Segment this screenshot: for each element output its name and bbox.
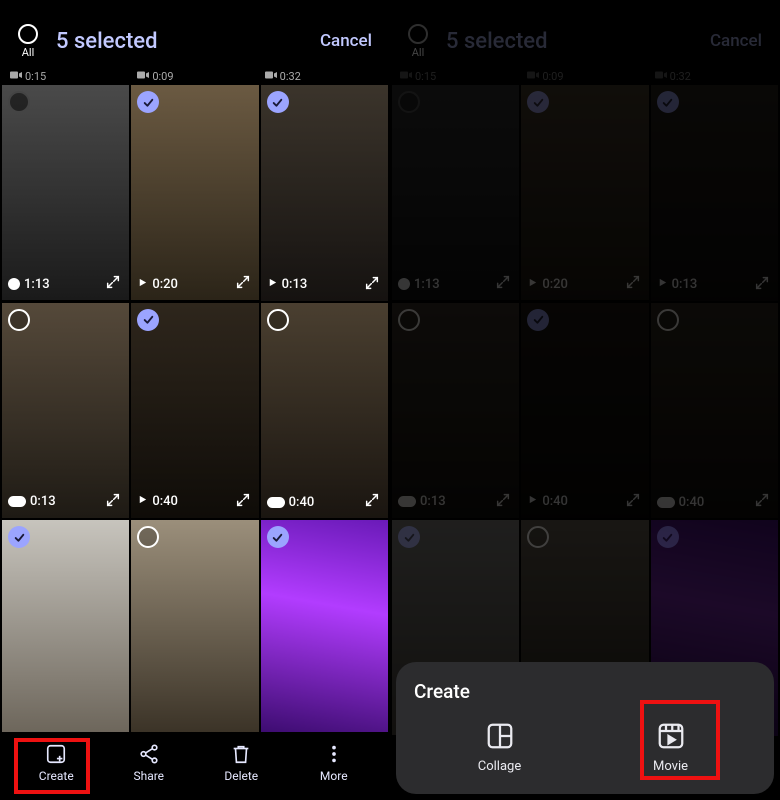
select-all-circle-icon <box>18 24 38 44</box>
duration-label: 0:13 <box>282 277 308 292</box>
motion-photo-icon <box>8 278 20 290</box>
photo-thumbnail <box>2 85 129 300</box>
more-label: More <box>320 769 348 783</box>
photo-thumbnail <box>261 85 388 301</box>
photo-grid: 1:13 0:20 0:13 0:13 0:40 0:40 <box>0 83 390 738</box>
photo-tile[interactable]: 0:13 <box>261 85 388 301</box>
photo-thumbnail <box>2 520 129 735</box>
expand-icon[interactable] <box>364 492 380 512</box>
timestamp-item: 0:32 <box>259 70 386 83</box>
select-all-button[interactable]: All <box>18 24 38 59</box>
tile-footer: 1:13 <box>2 270 129 300</box>
duration-label: 0:20 <box>152 277 178 292</box>
duration-label: 0:40 <box>152 494 178 509</box>
photo-tile[interactable] <box>2 520 129 735</box>
timestamp-label: 0:15 <box>25 70 46 83</box>
photo-thumbnail <box>131 520 258 735</box>
create-button[interactable]: Create <box>21 743 91 783</box>
share-label: Share <box>133 769 164 783</box>
duration-badge: 0:40 <box>137 494 178 509</box>
timestamp-item: 0:09 <box>131 70 258 83</box>
photo-thumbnail <box>261 520 388 736</box>
create-icon <box>45 743 67 765</box>
screen-left: All 5 selected Cancel 0:15 0:09 0:32 1:1… <box>0 0 390 800</box>
live-badge-icon <box>8 496 26 507</box>
selected-check-icon[interactable] <box>137 309 159 331</box>
timestamp-item: 0:15 <box>4 70 131 83</box>
more-button[interactable]: More <box>299 743 369 783</box>
photo-tile[interactable]: 0:20 <box>131 85 258 300</box>
photo-tile[interactable] <box>261 520 388 736</box>
duration-label: 0:40 <box>289 495 315 510</box>
expand-icon[interactable] <box>105 274 121 294</box>
selected-check-icon[interactable] <box>267 526 289 548</box>
photo-thumbnail <box>261 303 388 519</box>
play-icon <box>137 277 148 292</box>
delete-label: Delete <box>224 769 258 783</box>
duration-badge: 0:20 <box>137 277 178 292</box>
tile-footer: 0:13 <box>2 488 129 518</box>
selected-check-icon[interactable] <box>8 526 30 548</box>
expand-icon[interactable] <box>235 274 251 294</box>
bottom-bar: Create Share Delete More <box>0 732 390 800</box>
create-sheet-title: Create <box>414 680 756 703</box>
timestamp-label: 0:32 <box>280 70 301 83</box>
share-button[interactable]: Share <box>114 743 184 783</box>
selected-check-icon[interactable] <box>267 91 289 113</box>
movie-option[interactable]: Movie <box>616 721 726 774</box>
duration-badge: 1:13 <box>8 277 50 292</box>
photo-tile[interactable]: 0:40 <box>261 303 388 519</box>
delete-button[interactable]: Delete <box>206 743 276 783</box>
duration-label: 1:13 <box>24 277 50 292</box>
movie-label: Movie <box>653 759 688 774</box>
select-all-label: All <box>22 46 35 59</box>
photo-tile[interactable]: 0:13 <box>2 303 129 518</box>
trash-icon <box>230 743 252 765</box>
create-label: Create <box>39 769 74 783</box>
collage-option[interactable]: Collage <box>445 721 555 774</box>
cancel-button[interactable]: Cancel <box>320 31 372 51</box>
video-icon <box>265 70 277 83</box>
selection-header: All 5 selected Cancel <box>0 0 390 70</box>
photo-tile[interactable]: 0:40 <box>131 303 258 518</box>
unselected-circle-icon[interactable] <box>8 91 30 113</box>
tile-footer: 0:40 <box>131 488 258 518</box>
play-icon <box>267 277 278 292</box>
tile-footer: 0:20 <box>131 270 258 300</box>
photo-tile[interactable]: 1:13 <box>2 85 129 300</box>
duration-badge: 0:13 <box>267 277 308 292</box>
expand-icon[interactable] <box>364 275 380 295</box>
selected-count-label: 5 selected <box>56 29 320 54</box>
movie-icon <box>656 721 686 751</box>
expand-icon[interactable] <box>105 492 121 512</box>
timestamp-label: 0:09 <box>152 70 173 83</box>
collage-icon <box>485 721 515 751</box>
duration-badge: 0:13 <box>8 494 56 509</box>
create-sheet-options: Collage Movie <box>414 721 756 774</box>
play-icon <box>137 494 148 509</box>
tile-footer: 0:13 <box>261 271 388 301</box>
photo-thumbnail <box>131 303 258 518</box>
photo-thumbnail <box>2 303 129 518</box>
video-icon <box>10 70 22 83</box>
header-timestamps: 0:15 0:09 0:32 <box>0 70 390 83</box>
photo-tile[interactable] <box>131 520 258 735</box>
video-icon <box>137 70 149 83</box>
live-badge-icon <box>267 497 285 508</box>
more-icon <box>323 743 345 765</box>
screen-right: All 5 selected Cancel 0:15 0:09 0:32 1:1… <box>390 0 780 800</box>
collage-label: Collage <box>478 759 521 774</box>
create-sheet: Create Collage Movie <box>396 662 774 794</box>
duration-label: 0:13 <box>30 494 56 509</box>
expand-icon[interactable] <box>235 492 251 512</box>
duration-badge: 0:40 <box>267 495 315 510</box>
tile-footer: 0:40 <box>261 488 388 518</box>
photo-thumbnail <box>131 85 258 300</box>
unselected-circle-icon[interactable] <box>267 309 289 331</box>
share-icon <box>138 743 160 765</box>
unselected-circle-icon[interactable] <box>8 309 30 331</box>
